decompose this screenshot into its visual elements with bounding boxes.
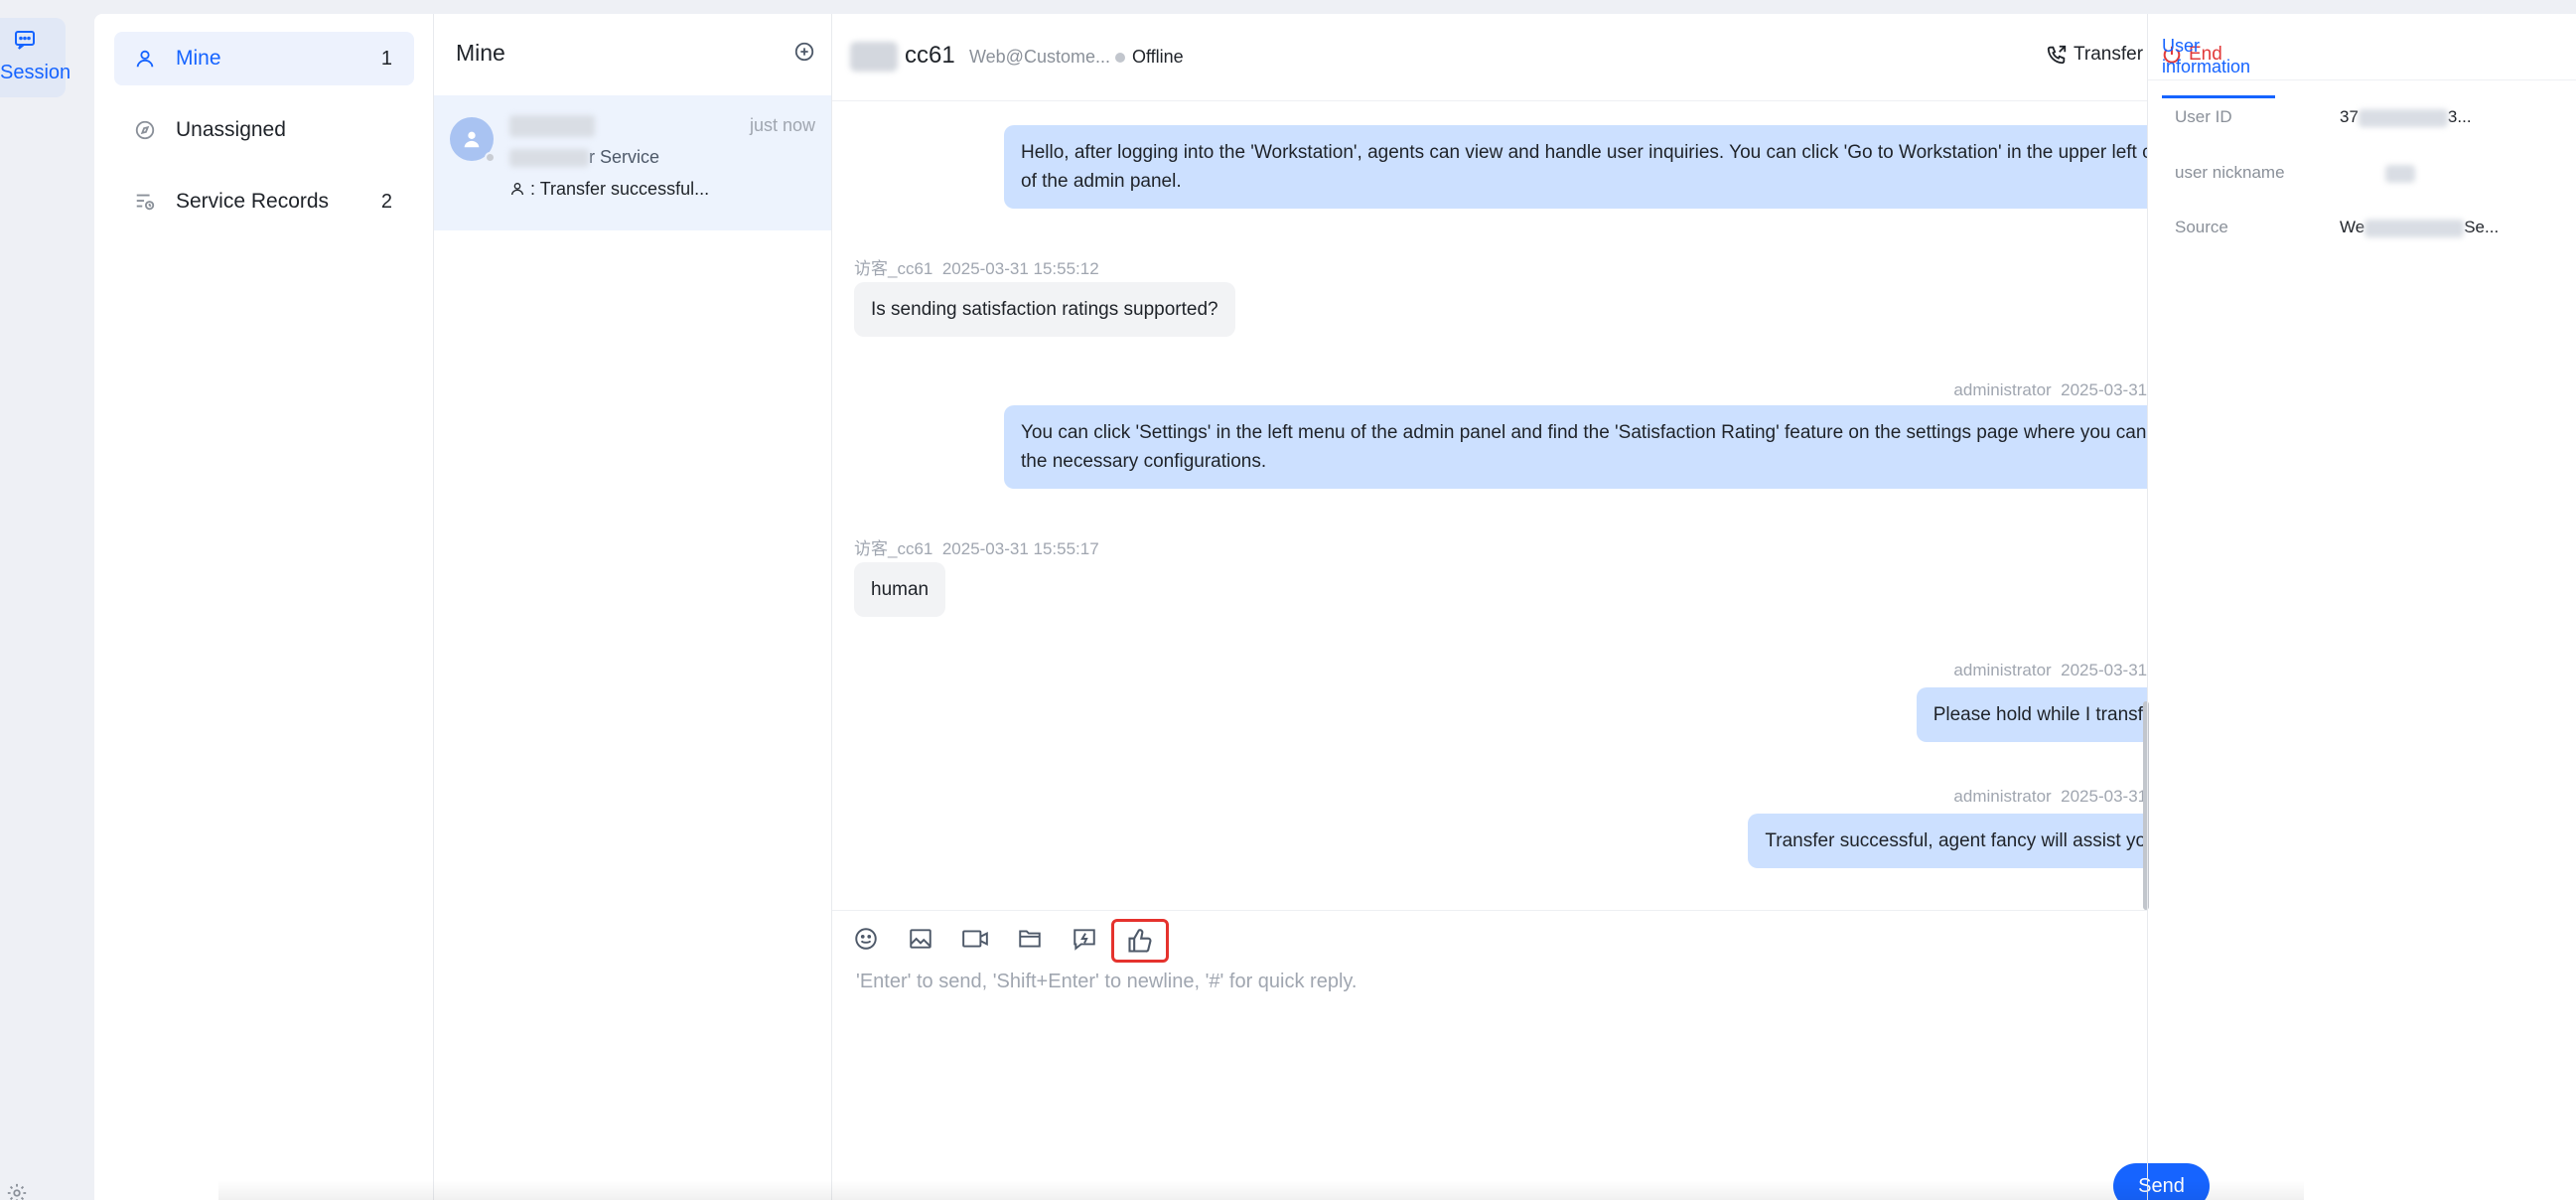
message-meta: 访客_cc61 2025-03-31 15:55:17 xyxy=(854,534,1099,559)
message-sender: 访客_cc61 xyxy=(854,259,933,278)
message-sender: 访客_cc61 xyxy=(854,539,933,558)
message-bubble-incoming: Is sending satisfaction ratings supporte… xyxy=(854,282,1235,337)
person-small-icon xyxy=(511,183,523,196)
message-bubble-outgoing: Please hold while I transfer you. xyxy=(1916,687,2147,742)
info-value-suffix: 3... xyxy=(2447,107,2472,126)
info-value: We Se... xyxy=(2340,218,2499,237)
info-row-user-id: User ID 37 3... xyxy=(2175,107,2552,131)
message-sender: administrator xyxy=(1953,380,2052,399)
user-icon xyxy=(134,48,156,70)
thumbs-up-icon[interactable] xyxy=(1111,919,1169,963)
offline-dot xyxy=(485,152,496,163)
person-icon xyxy=(464,131,480,148)
visitor-status-text: Offline xyxy=(1132,47,1184,67)
redacted-text xyxy=(509,149,589,168)
visitor-status: Offline xyxy=(1115,47,1184,68)
transfer-button[interactable]: Transfer xyxy=(2046,44,2143,66)
composer: 'Enter' to send, 'Shift+Enter' to newlin… xyxy=(832,910,2210,1200)
session-name-redacted xyxy=(509,115,595,137)
nav-item-service-records[interactable]: Service Records 2 xyxy=(114,175,414,228)
nav-item-label: Service Records xyxy=(176,190,330,213)
status-dot xyxy=(1115,52,1125,63)
message-time: 2025-03-31 15:55:12 xyxy=(941,259,1099,278)
chat-panel: cc61 Web@Custome... Offline Transfer End… xyxy=(832,14,2222,1200)
message-meta: administrator 2025-03-31 15:55:18 xyxy=(1953,787,2147,807)
info-value: 37 3... xyxy=(2340,107,2472,127)
message-time: 2025-03-31 15:55:18 xyxy=(2061,787,2147,806)
bottom-shadow xyxy=(218,1180,2304,1200)
message-bubble-outgoing: Transfer successful, agent fancy will as… xyxy=(1748,814,2147,868)
redacted-text xyxy=(2358,108,2448,127)
folder-icon[interactable] xyxy=(1014,923,1046,955)
session-last-message-text: : Transfer successful... xyxy=(530,179,710,199)
session-item[interactable]: just now r Service : Transfer successful… xyxy=(434,95,831,230)
emoji-icon[interactable] xyxy=(850,923,882,955)
tab-user-information[interactable]: User information xyxy=(2162,36,2275,98)
visitor-source: Web@Custome... xyxy=(969,47,1110,67)
info-label: user nickname xyxy=(2175,163,2285,182)
history-list-icon xyxy=(134,191,156,213)
video-icon[interactable] xyxy=(959,923,991,955)
session-list: Mine just now r Service : Transfer succe… xyxy=(434,14,832,1200)
session-subtitle: r Service xyxy=(509,147,659,168)
message-bubble-outgoing: You can click 'Settings' in the left men… xyxy=(1004,405,2147,489)
compass-icon xyxy=(134,119,156,141)
info-value-prefix: 37 xyxy=(2340,107,2359,126)
nav-item-count: 1 xyxy=(380,47,392,70)
redacted-text xyxy=(2385,164,2415,183)
session-last-message: : Transfer successful... xyxy=(509,179,709,200)
info-value xyxy=(2385,163,2415,183)
visitor-avatar-redacted xyxy=(850,42,898,72)
session-subtitle-text: r Service xyxy=(589,147,660,167)
session-time: just now xyxy=(749,115,815,135)
tab-divider xyxy=(2148,79,2576,80)
transfer-label: Transfer xyxy=(2074,44,2144,65)
session-list-title: Mine xyxy=(456,40,505,66)
info-row-source: Source We Se... xyxy=(2175,218,2552,241)
info-label: Source xyxy=(2175,218,2228,236)
message-time: 2025-03-31 15:55:13 xyxy=(2061,380,2147,399)
chat-icon xyxy=(15,31,35,50)
rail-item-session-label: Session xyxy=(0,62,72,83)
info-label: User ID xyxy=(2175,107,2232,126)
image-icon[interactable] xyxy=(905,923,936,955)
nav-item-label: Mine xyxy=(176,47,221,70)
message-meta: administrator 2025-03-31 15:55:13 xyxy=(1953,380,2147,400)
info-value-prefix: We xyxy=(2340,218,2365,236)
visitor-name: cc61 xyxy=(905,42,955,69)
session-nav: Mine 1 Unassigned Service Records 2 xyxy=(94,14,434,1200)
message-input[interactable]: 'Enter' to send, 'Shift+Enter' to newlin… xyxy=(856,971,1357,993)
rail-item-session[interactable]: Session xyxy=(0,18,71,97)
message-list[interactable]: Hello, after logging into the 'Workstati… xyxy=(832,101,2147,910)
settings-icon[interactable] xyxy=(6,1182,30,1200)
message-meta: administrator 2025-03-31 15:55:18 xyxy=(1953,661,2147,680)
phone-transfer-icon xyxy=(2047,45,2067,65)
message-sender: administrator xyxy=(1953,787,2052,806)
add-circle-icon[interactable] xyxy=(793,41,815,63)
avatar xyxy=(450,117,496,163)
message-meta: 访客_cc61 2025-03-31 15:55:12 xyxy=(854,254,1099,279)
info-row-nickname: user nickname xyxy=(2175,163,2552,187)
quick-reply-icon[interactable] xyxy=(1069,923,1100,955)
message-time: 2025-03-31 15:55:17 xyxy=(941,539,1099,558)
nav-item-label: Unassigned xyxy=(176,118,286,141)
left-rail: Session xyxy=(0,0,75,1200)
chat-header: cc61 Web@Custome... Offline Transfer End xyxy=(832,14,2222,101)
message-time: 2025-03-31 15:55:18 xyxy=(2061,661,2147,679)
message-bubble-outgoing: Hello, after logging into the 'Workstati… xyxy=(1004,125,2147,209)
redacted-text xyxy=(2364,219,2465,237)
main-shell: Mine 1 Unassigned Service Records 2 Mine xyxy=(94,14,2576,1200)
message-bubble-incoming: human xyxy=(854,562,946,617)
nav-item-count: 2 xyxy=(380,190,392,213)
user-info-panel: User information User ID 37 3... user nic… xyxy=(2147,14,2576,1200)
nav-item-mine[interactable]: Mine 1 xyxy=(114,32,414,85)
info-value-suffix: Se... xyxy=(2464,218,2500,236)
message-sender: administrator xyxy=(1953,661,2052,679)
nav-item-unassigned[interactable]: Unassigned xyxy=(114,103,414,157)
